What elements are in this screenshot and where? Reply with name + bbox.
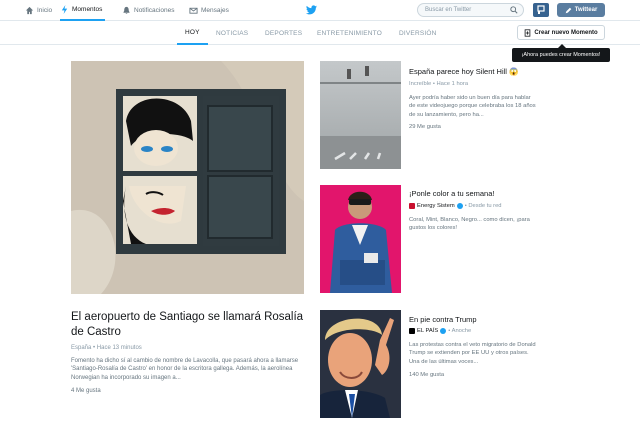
tooltip: ¡Ahora puedes crear Momentos! xyxy=(512,44,610,62)
moment-source[interactable]: Energy Sistem • Desde tu red xyxy=(409,203,502,209)
tab-hoy[interactable]: HOY xyxy=(177,22,208,45)
tab-deportes[interactable]: DEPORTES xyxy=(265,22,302,45)
tab-label: DEPORTES xyxy=(265,30,303,37)
moment-image-fog[interactable] xyxy=(320,61,401,169)
moment-likes: 140 Me gusta xyxy=(409,372,445,378)
search-input[interactable]: Buscar en Twitter xyxy=(417,3,524,17)
twitter-bird-icon[interactable] xyxy=(306,5,317,15)
moment-source-name: EL PAÍS xyxy=(417,328,439,334)
moment-description: Coral, Mint, Blanco, Negro... como dicen… xyxy=(409,217,530,232)
nav-moments[interactable]: Momentos xyxy=(60,0,106,21)
create-moment-button[interactable]: Crear nuevo Momento xyxy=(517,25,605,40)
tweet-button-label: Twittear xyxy=(574,7,598,13)
compose-icon xyxy=(565,7,572,13)
moment-source-suffix: • Desde tu red xyxy=(464,203,502,209)
moment-title[interactable]: En pie contra Trump xyxy=(409,315,477,324)
nav-home-label: Inicio xyxy=(37,7,53,14)
energy-sistem-logo-icon xyxy=(409,203,415,209)
nav-notifications[interactable]: Notificaciones xyxy=(122,0,174,21)
moment-description: Ayer podría haber sido un buen día para … xyxy=(409,95,536,118)
verified-icon xyxy=(440,328,447,334)
tweet-button[interactable]: Twittear xyxy=(557,3,605,17)
home-icon xyxy=(25,6,34,15)
tab-noticias[interactable]: NOTICIAS xyxy=(216,22,248,45)
featured-title[interactable]: El aeropuerto de Santiago se llamará Ros… xyxy=(71,310,304,340)
tab-label: ENTRETENIMIENTO xyxy=(317,30,382,37)
moment-source[interactable]: EL PAÍS • Anoche xyxy=(409,328,471,334)
tab-label: DIVERSIÓN xyxy=(399,30,437,37)
moment-image-trump[interactable] xyxy=(320,310,401,418)
nav-moments-label: Momentos xyxy=(72,6,103,13)
tab-label: NOTICIAS xyxy=(216,30,249,37)
moment-source-suffix: • Anoche xyxy=(448,328,472,334)
envelope-icon xyxy=(189,7,198,14)
search-placeholder: Buscar en Twitter xyxy=(425,7,472,13)
moment-source-name: Energy Sistem xyxy=(417,203,455,209)
nav-messages[interactable]: Mensajes xyxy=(189,0,229,21)
lightning-icon xyxy=(61,5,68,14)
nav-notifications-label: Notificaciones xyxy=(134,7,175,14)
moment-title[interactable]: España parece hoy Silent Hill 😱 xyxy=(409,67,518,76)
tab-diversion[interactable]: DIVERSIÓN xyxy=(399,22,437,45)
verified-icon xyxy=(456,203,463,209)
nav-messages-label: Mensajes xyxy=(201,7,229,14)
featured-likes: 4 Me gusta xyxy=(71,388,101,394)
moment-image-energy[interactable] xyxy=(320,185,401,293)
moment-likes: 29 Me gusta xyxy=(409,124,441,130)
tab-label: HOY xyxy=(185,29,200,36)
top-navigation: Inicio Momentos Notificaciones Mensajes … xyxy=(0,0,640,21)
bell-icon xyxy=(123,6,130,14)
avatar[interactable] xyxy=(533,3,549,17)
featured-meta: España • Hace 13 minutos xyxy=(71,345,142,351)
tab-entretenimiento[interactable]: ENTRETENIMIENTO xyxy=(317,22,382,45)
moment-meta: Increíble • Hace 1 hora xyxy=(409,81,469,87)
moment-title[interactable]: ¡Ponle color a tu semana! xyxy=(409,189,494,198)
featured-image[interactable] xyxy=(71,61,304,294)
profile-icon xyxy=(537,5,545,14)
featured-description: Fomento ha dicho sí al cambio de nombre … xyxy=(71,358,299,381)
moment-description: Las protestas contra el veto migratorio … xyxy=(409,342,536,365)
nav-home[interactable]: Inicio xyxy=(25,0,52,21)
moment-plus-icon xyxy=(525,28,531,37)
create-moment-label: Crear nuevo Momento xyxy=(534,29,598,36)
search-icon[interactable] xyxy=(510,6,518,14)
el-pais-logo-icon xyxy=(409,328,415,334)
